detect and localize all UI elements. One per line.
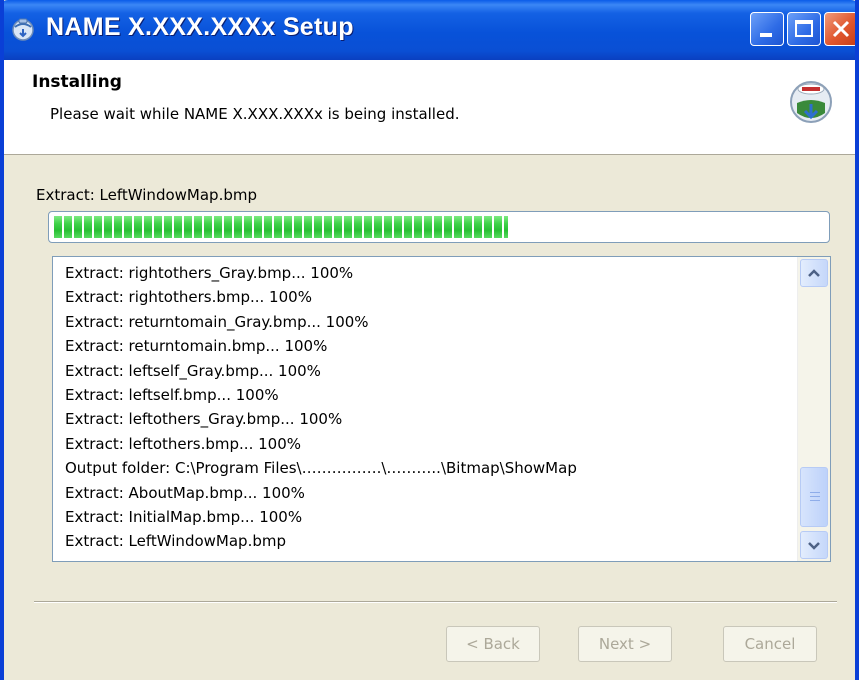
- next-button[interactable]: Next >: [578, 626, 672, 662]
- log-line: Extract: leftself.bmp... 100%: [65, 385, 279, 404]
- log-line: Extract: AboutMap.bmp... 100%: [65, 483, 305, 502]
- log-line: Output folder: C:\Program Files\…………….\……: [65, 459, 577, 478]
- log-line: Extract: rightothers_Gray.bmp... 100%: [65, 264, 354, 282]
- log-line: Extract: leftothers_Gray.bmp... 100%: [65, 410, 343, 429]
- chevron-up-icon: [808, 269, 820, 277]
- scroll-up-button[interactable]: [800, 259, 828, 287]
- log-line: Extract: InitialMap.bmp... 100%: [65, 507, 303, 526]
- back-button[interactable]: < Back: [446, 626, 540, 662]
- nsis-installer-logo-icon: [790, 81, 832, 123]
- minimize-icon: [760, 33, 772, 37]
- close-button[interactable]: [824, 12, 855, 46]
- details-log[interactable]: Extract: rightothers_Gray.bmp... 100% Ext…: [52, 256, 831, 562]
- vertical-scrollbar[interactable]: [797, 257, 830, 561]
- progress-track: [54, 216, 824, 238]
- log-list: Extract: rightothers_Gray.bmp... 100% Ext…: [65, 261, 800, 554]
- log-line: Extract: leftself_Gray.bmp... 100%: [65, 361, 321, 380]
- log-line: Extract: returntomain.bmp... 100%: [65, 337, 328, 356]
- log-line: Extract: rightothers.bmp... 100%: [65, 288, 312, 307]
- title-bar[interactable]: NAME X.XXX.XXXx Setup: [4, 0, 855, 60]
- log-line: Extract: leftothers.bmp... 100%: [65, 434, 301, 453]
- page-subtitle: Please wait while NAME X.XXX.XXXx is bei…: [50, 105, 460, 123]
- minimize-button[interactable]: [750, 12, 784, 46]
- page-title: Installing: [32, 72, 122, 92]
- header-panel: Installing Please wait while NAME X.XXX.…: [4, 60, 855, 155]
- log-line: Extract: returntomain_Gray.bmp... 100%: [65, 312, 369, 331]
- log-line: Extract: LeftWindowMap.bmp: [65, 532, 286, 551]
- progress-fill: [54, 216, 509, 238]
- chevron-down-icon: [808, 542, 820, 550]
- close-icon: [832, 20, 850, 38]
- installer-globe-icon: [12, 18, 34, 41]
- maximize-button[interactable]: [787, 12, 821, 46]
- setup-window: NAME X.XXX.XXXx Setup Installing Please …: [0, 0, 859, 680]
- status-label: Extract: LeftWindowMap.bmp: [36, 186, 257, 204]
- grip-line: [810, 492, 820, 493]
- grip-line: [810, 496, 820, 497]
- maximize-icon: [795, 20, 813, 37]
- grip-line: [810, 500, 820, 501]
- separator: [34, 601, 837, 603]
- window-title: NAME X.XXX.XXXx Setup: [46, 13, 354, 41]
- scroll-thumb[interactable]: [800, 467, 828, 527]
- progress-bar: [48, 211, 830, 243]
- scroll-down-button[interactable]: [800, 531, 828, 559]
- cancel-button[interactable]: Cancel: [723, 626, 817, 662]
